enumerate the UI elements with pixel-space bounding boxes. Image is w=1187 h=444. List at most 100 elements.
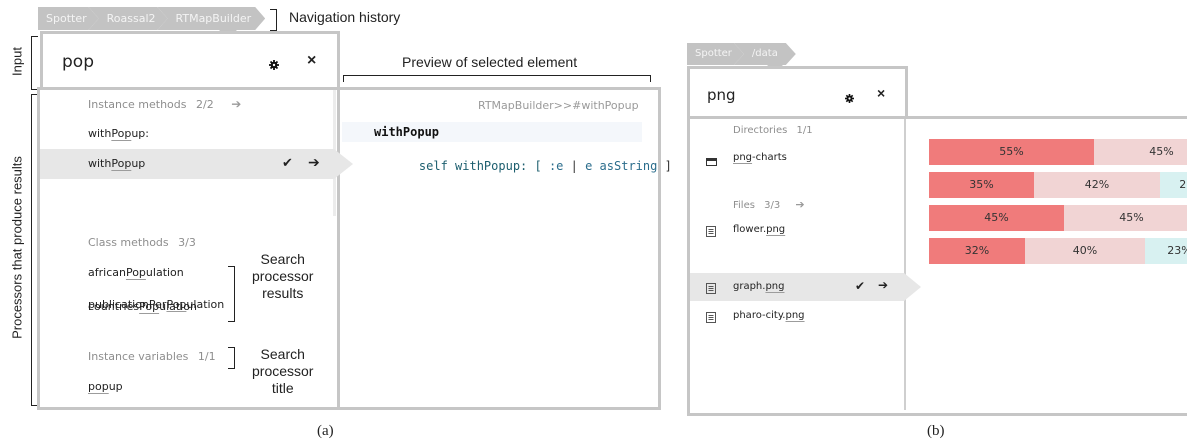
title-bracket [228, 347, 235, 369]
item-text-match: pop [88, 380, 109, 393]
bar-segment: 35% [929, 172, 1034, 198]
list-item-flower-png[interactable]: flower.png [733, 224, 785, 235]
item-text-match: Pop [111, 127, 132, 140]
section-instance-variables[interactable]: Instance variables 1/1 [88, 350, 216, 363]
annotation-navigation-history: Navigation history [289, 9, 401, 25]
section-instance-methods[interactable]: Instance methods 2/2 ➔ [88, 97, 241, 111]
list-item-popup[interactable]: popup [88, 380, 123, 393]
list-item-withpopup[interactable]: withPopup [88, 157, 145, 170]
side-label-input: Input [9, 47, 25, 76]
section-class-methods[interactable]: Class methods 3/3 [88, 236, 196, 249]
selected-row-pointer [904, 273, 921, 301]
item-text-match: Pop [125, 266, 146, 279]
check-icon[interactable]: ✔ [282, 155, 293, 171]
section-directories[interactable]: Directories 1/1 [733, 125, 813, 136]
item-text-match: png [733, 152, 753, 163]
bar-row: 35%42%21% [929, 172, 1187, 198]
code-block-arg: :e [548, 159, 564, 173]
item-text-before: graph. [733, 281, 766, 292]
bar-segment: 45% [1064, 205, 1187, 231]
code-expr: e asString [585, 159, 658, 173]
item-text-after: -charts [752, 152, 787, 163]
search-box[interactable]: png × [687, 66, 908, 119]
close-icon[interactable]: × [307, 52, 316, 70]
file-icon [706, 281, 716, 299]
folder-icon [706, 153, 717, 171]
item-text-match: png [785, 310, 805, 321]
breadcrumb-spotter[interactable]: Spotter [687, 43, 744, 65]
preview-bracket [343, 75, 651, 82]
list-item-graph-png[interactable]: graph.png [733, 281, 785, 292]
gear-icon[interactable] [269, 57, 279, 75]
section-count: 2/2 [196, 98, 214, 111]
item-text-before: with [88, 157, 112, 170]
bar-segment: 55% [929, 139, 1094, 165]
item-text-before: with [88, 127, 112, 140]
gear-icon[interactable] [845, 90, 854, 108]
caption-b: (b) [927, 423, 945, 439]
section-title: Class methods [88, 236, 169, 249]
item-text-after: up: [131, 127, 149, 140]
section-title: Files [733, 200, 755, 211]
annotation-search-processor-results: Search processor results [252, 251, 313, 302]
arrow-right-icon[interactable]: ➔ [795, 198, 804, 211]
arrow-right-icon[interactable]: ➔ [308, 154, 320, 171]
breadcrumb: Spotter Roassal2 RTMapBuilder [38, 7, 255, 30]
search-input[interactable]: png [707, 86, 736, 104]
side-label-processors: Processors that produce results [9, 156, 25, 339]
item-text-match: Pop [111, 157, 132, 170]
breadcrumb-roassal2[interactable]: Roassal2 [89, 7, 168, 30]
search-box[interactable]: pop × [40, 31, 340, 90]
item-text-after: ulation [159, 300, 197, 313]
item-text-match: png [766, 224, 786, 235]
file-icon [706, 224, 716, 242]
section-title: Instance methods [88, 98, 187, 111]
breadcrumb-rtmapbuilder[interactable]: RTMapBuilder [158, 7, 266, 30]
arrow-right-icon[interactable]: ➔ [878, 278, 888, 292]
bar-segment: 21% [1160, 172, 1187, 198]
stacked-bar-chart: 55%45%35%42%21%45%45%32%40%23% [929, 139, 1187, 299]
section-count: 1/1 [197, 350, 216, 363]
section-files[interactable]: Files 3/3 ➔ [733, 198, 805, 211]
item-text-match: png [765, 281, 785, 292]
results-bracket [228, 266, 235, 322]
list-item-countriespopulation-a[interactable]: countriesPopulation [88, 300, 197, 313]
item-text-before: countries [88, 300, 140, 313]
panel-divider [904, 119, 906, 410]
code-pipe: | [563, 159, 586, 173]
bar-row: 55% 45% [929, 139, 1187, 165]
breadcrumb: Spotter /data [687, 43, 786, 65]
list-item-withpopup-colon[interactable]: withPopup: [88, 127, 149, 140]
close-icon[interactable]: × [877, 85, 885, 101]
item-text-after: up [108, 380, 123, 393]
annotation-line: processor [252, 268, 314, 284]
annotation-line: results [262, 285, 304, 301]
breadcrumb-spotter[interactable]: Spotter [38, 7, 99, 30]
annotation-line: Search [260, 251, 305, 267]
arrow-right-icon[interactable]: ➔ [231, 97, 241, 111]
bar-segment: 32% [929, 238, 1025, 264]
selected-row[interactable] [690, 273, 904, 301]
nav-bracket [270, 9, 277, 31]
preview-left-border [337, 90, 340, 407]
list-item-pharo-city-png[interactable]: pharo-city.png [733, 310, 805, 321]
list-item-africanpopulation[interactable]: africanPopulation [88, 266, 184, 279]
item-text-after: ulation [145, 266, 184, 279]
item-text-before: pharo-city. [733, 310, 786, 321]
preview-title: RTMapBuilder>>#withPopup [478, 99, 639, 112]
annotation-line: title [271, 380, 294, 396]
check-icon[interactable]: ✔ [855, 279, 865, 293]
code-self: self withPopup: [ [418, 159, 549, 173]
bar-segment: 40% [1025, 238, 1145, 264]
section-count: 3/3 [178, 236, 196, 249]
code-method-name: withPopup [374, 125, 440, 139]
list-item-png-charts[interactable]: png-charts [733, 152, 787, 163]
search-input[interactable]: pop [62, 52, 94, 72]
file-icon [706, 310, 716, 328]
annotation-line: Search [260, 346, 305, 362]
section-count: 3/3 [764, 200, 781, 211]
item-text-after: up [131, 157, 146, 170]
bar-segment: 23% [1145, 238, 1187, 264]
preview-annotation: Preview of selected element [402, 54, 578, 70]
item-text-before: flower. [733, 224, 767, 235]
